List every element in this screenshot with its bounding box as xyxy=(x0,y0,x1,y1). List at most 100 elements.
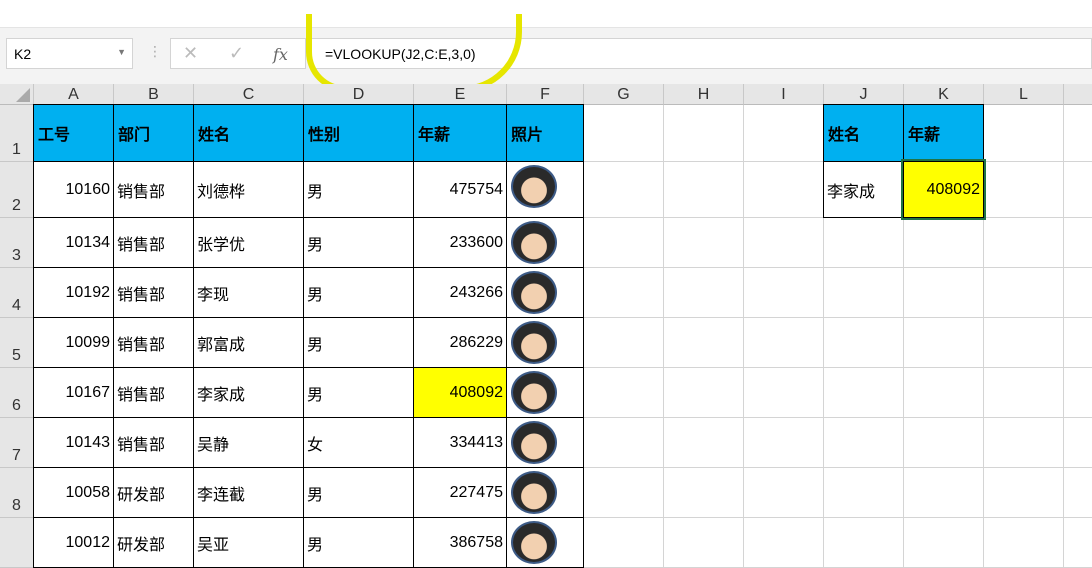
cell[interactable] xyxy=(664,162,744,218)
cell[interactable] xyxy=(984,218,1064,268)
cell[interactable] xyxy=(904,468,984,518)
table-cell[interactable]: 李家成 xyxy=(193,367,304,418)
table-cell[interactable]: 10012 xyxy=(33,517,114,568)
photo-cell[interactable] xyxy=(506,417,584,468)
table-cell[interactable]: 男 xyxy=(303,467,414,518)
table-cell[interactable]: 10058 xyxy=(33,467,114,518)
column-header-J[interactable]: J xyxy=(824,84,904,105)
cell[interactable] xyxy=(824,368,904,418)
table-cell[interactable]: 男 xyxy=(303,367,414,418)
column-header-A[interactable]: A xyxy=(34,84,114,105)
table-cell[interactable]: 销售部 xyxy=(113,367,194,418)
table-cell[interactable]: 386758 xyxy=(413,517,507,568)
cell[interactable] xyxy=(1064,518,1092,568)
cell[interactable] xyxy=(664,368,744,418)
cell[interactable] xyxy=(584,105,664,162)
cell[interactable] xyxy=(904,518,984,568)
cell[interactable] xyxy=(584,368,664,418)
lookup-header[interactable]: 姓名 xyxy=(823,104,904,162)
table-cell[interactable]: 销售部 xyxy=(113,161,194,218)
cell[interactable] xyxy=(584,318,664,368)
table-cell[interactable]: 男 xyxy=(303,267,414,318)
column-header-K[interactable]: K xyxy=(904,84,984,105)
cell[interactable] xyxy=(824,268,904,318)
table-cell[interactable]: 李现 xyxy=(193,267,304,318)
header-cell[interactable]: 年薪 xyxy=(413,104,507,162)
table-cell[interactable]: 研发部 xyxy=(113,467,194,518)
table-cell[interactable]: 刘德桦 xyxy=(193,161,304,218)
name-box[interactable]: K2 ▼ xyxy=(6,38,133,69)
cell[interactable] xyxy=(984,368,1064,418)
cell[interactable] xyxy=(824,218,904,268)
avatar-photo[interactable] xyxy=(511,271,557,314)
column-header-G[interactable]: G xyxy=(584,84,664,105)
header-cell[interactable]: 性别 xyxy=(303,104,414,162)
cell[interactable] xyxy=(664,105,744,162)
table-cell[interactable]: 10134 xyxy=(33,217,114,268)
row-header-9[interactable] xyxy=(0,518,34,568)
cell[interactable] xyxy=(904,268,984,318)
cell[interactable] xyxy=(904,368,984,418)
table-cell[interactable]: 286229 xyxy=(413,317,507,368)
row-header-3[interactable]: 3 xyxy=(0,218,34,268)
cell[interactable] xyxy=(1064,268,1092,318)
lookup-name-cell[interactable]: 李家成 xyxy=(823,161,904,218)
cell[interactable] xyxy=(664,468,744,518)
photo-cell[interactable] xyxy=(506,217,584,268)
select-all-icon[interactable] xyxy=(16,88,30,102)
cell[interactable] xyxy=(824,468,904,518)
cell[interactable] xyxy=(1064,368,1092,418)
row-header-1[interactable]: 1 xyxy=(0,105,34,162)
row-header-2[interactable]: 2 xyxy=(0,162,34,218)
avatar-photo[interactable] xyxy=(511,321,557,364)
chevron-down-icon[interactable]: ▼ xyxy=(117,47,126,57)
table-cell[interactable]: 销售部 xyxy=(113,267,194,318)
column-header-H[interactable]: H xyxy=(664,84,744,105)
cell[interactable] xyxy=(824,318,904,368)
cell[interactable] xyxy=(584,468,664,518)
cell[interactable] xyxy=(1064,105,1092,162)
header-cell[interactable]: 照片 xyxy=(506,104,584,162)
cell[interactable] xyxy=(744,268,824,318)
drag-handle-icon[interactable]: ⋮ xyxy=(148,44,162,60)
photo-cell[interactable] xyxy=(506,367,584,418)
table-cell[interactable]: 10143 xyxy=(33,417,114,468)
header-cell[interactable]: 工号 xyxy=(33,104,114,162)
column-header-I[interactable]: I xyxy=(744,84,824,105)
table-cell[interactable]: 男 xyxy=(303,317,414,368)
table-cell[interactable]: 研发部 xyxy=(113,517,194,568)
avatar-photo[interactable] xyxy=(511,421,557,464)
table-cell[interactable]: 227475 xyxy=(413,467,507,518)
select-all-corner[interactable] xyxy=(0,84,34,105)
cell[interactable] xyxy=(904,218,984,268)
cell[interactable] xyxy=(584,518,664,568)
avatar-photo[interactable] xyxy=(511,371,557,414)
table-cell[interactable]: 郭富成 xyxy=(193,317,304,368)
header-cell[interactable]: 部门 xyxy=(113,104,194,162)
photo-cell[interactable] xyxy=(506,317,584,368)
cell[interactable] xyxy=(664,268,744,318)
cell[interactable] xyxy=(744,368,824,418)
table-cell[interactable]: 10167 xyxy=(33,367,114,418)
cell[interactable] xyxy=(824,518,904,568)
avatar-photo[interactable] xyxy=(511,221,557,264)
table-cell[interactable]: 10099 xyxy=(33,317,114,368)
table-cell[interactable]: 男 xyxy=(303,517,414,568)
column-header-F[interactable]: F xyxy=(507,84,584,105)
cell[interactable] xyxy=(744,162,824,218)
avatar-photo[interactable] xyxy=(511,165,557,208)
row-header-7[interactable]: 7 xyxy=(0,418,34,468)
cell[interactable] xyxy=(664,518,744,568)
row-header-8[interactable]: 8 xyxy=(0,468,34,518)
header-cell[interactable]: 姓名 xyxy=(193,104,304,162)
column-header-C[interactable]: C xyxy=(194,84,304,105)
cancel-icon[interactable]: ✕ xyxy=(183,43,198,64)
table-cell[interactable]: 女 xyxy=(303,417,414,468)
cell[interactable] xyxy=(664,418,744,468)
table-cell[interactable]: 10192 xyxy=(33,267,114,318)
cell[interactable] xyxy=(1064,318,1092,368)
cell[interactable] xyxy=(664,318,744,368)
cell[interactable] xyxy=(1064,218,1092,268)
cell[interactable] xyxy=(744,518,824,568)
cell[interactable] xyxy=(744,105,824,162)
